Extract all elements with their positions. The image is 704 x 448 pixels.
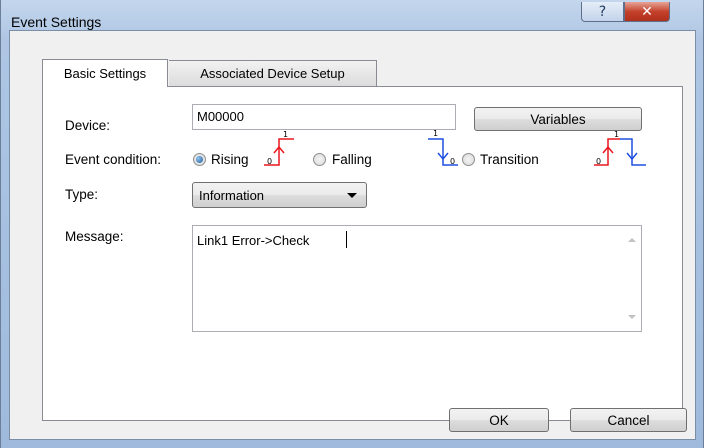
event-settings-dialog: Event Settings ? ✕ Basic Settings Associ…: [0, 0, 704, 448]
dialog-title: Event Settings: [11, 14, 102, 30]
zero-mark: 0: [267, 157, 272, 166]
message-label: Message:: [65, 229, 124, 244]
help-icon: ?: [598, 3, 607, 20]
falling-edge-icon: 1 0: [428, 129, 458, 166]
rising-radio[interactable]: [193, 153, 206, 166]
title-bar[interactable]: Event Settings ? ✕: [1, 0, 703, 30]
message-textarea[interactable]: Link1 Error->Check: [192, 225, 642, 332]
transition-radio[interactable]: [462, 153, 475, 166]
device-label: Device:: [65, 118, 111, 133]
message-text: Link1 Error->Check: [197, 233, 310, 248]
falling-label: Falling: [332, 152, 372, 167]
close-icon: ✕: [641, 3, 653, 20]
one-mark: 1: [283, 130, 288, 139]
text-caret: [346, 231, 347, 248]
ok-button[interactable]: OK: [449, 408, 549, 432]
close-button[interactable]: ✕: [624, 2, 670, 22]
rising-label: Rising: [211, 152, 249, 167]
message-scrollbar[interactable]: [624, 226, 641, 331]
basic-settings-panel: Device: M00000 Variables Event condition…: [42, 86, 683, 421]
device-input[interactable]: M00000: [192, 104, 456, 130]
tab-associated-device-setup[interactable]: Associated Device Setup: [169, 60, 377, 86]
transition-label: Transition: [480, 152, 539, 167]
variables-button[interactable]: Variables: [474, 107, 642, 131]
transition-edge-icon: 0 1: [594, 130, 646, 166]
tab-basic-settings[interactable]: Basic Settings: [42, 59, 168, 87]
scroll-down-icon[interactable]: [628, 315, 636, 319]
one-mark: 1: [433, 129, 438, 138]
event-condition-label: Event condition:: [65, 152, 162, 167]
cancel-button[interactable]: Cancel: [570, 408, 687, 432]
type-label: Type:: [65, 187, 99, 202]
scroll-up-icon[interactable]: [628, 238, 636, 242]
falling-radio[interactable]: [313, 153, 326, 166]
rising-edge-icon: 0 1: [264, 130, 294, 166]
chevron-down-icon: [347, 193, 357, 198]
one-mark: 1: [614, 130, 619, 139]
dialog-client-area: Basic Settings Associated Device Setup D…: [9, 30, 696, 440]
help-button[interactable]: ?: [581, 2, 624, 22]
type-dropdown-value: Information: [199, 188, 265, 203]
zero-mark: 0: [596, 157, 601, 166]
type-dropdown[interactable]: Information: [192, 182, 367, 208]
zero-mark: 0: [450, 157, 455, 166]
